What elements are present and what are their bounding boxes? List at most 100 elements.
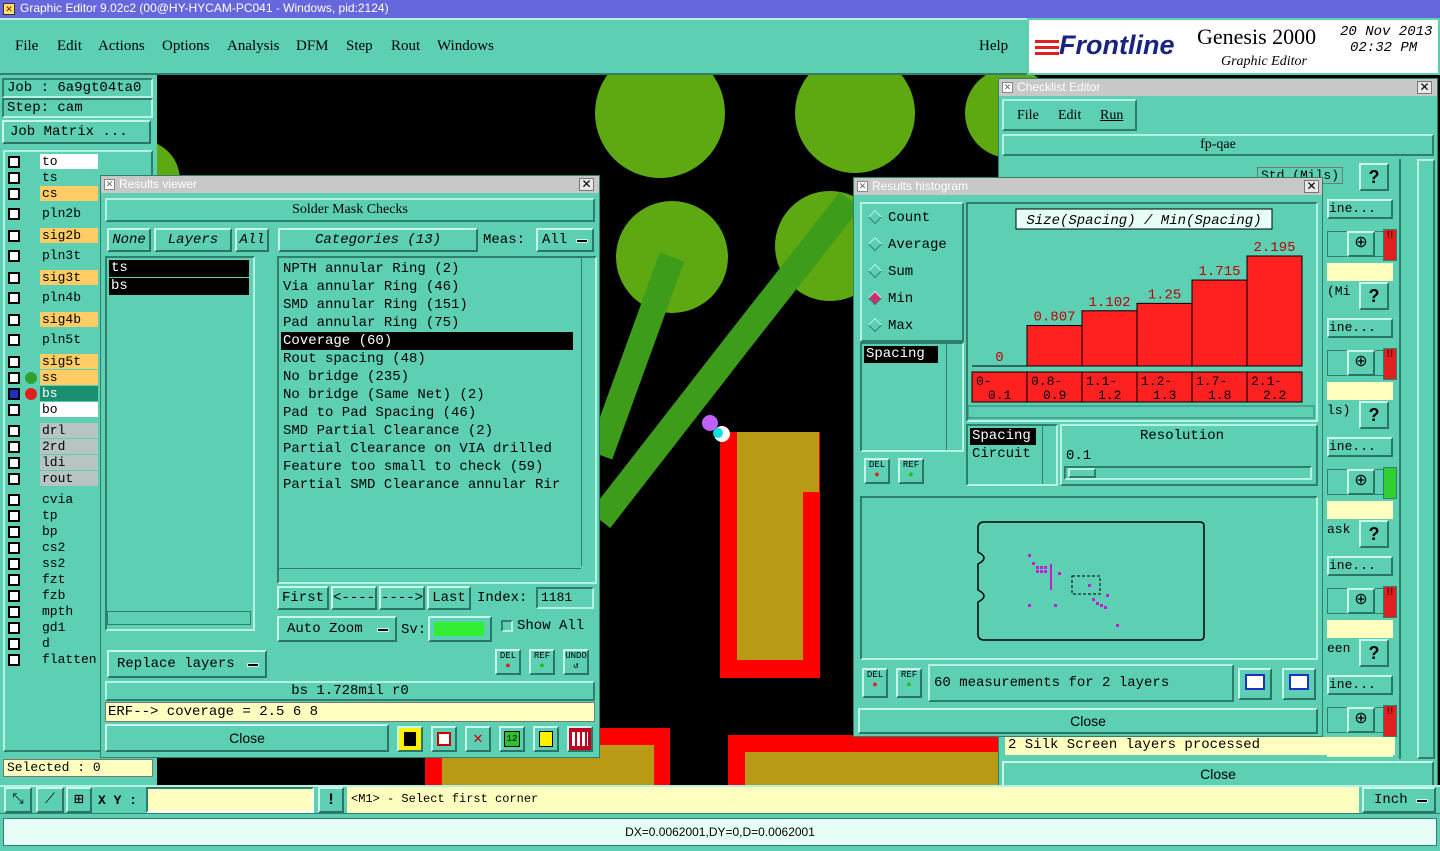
checklist-menu-run[interactable]: Run <box>1100 108 1123 124</box>
histogram-icon[interactable] <box>567 726 593 752</box>
layer-checkbox[interactable] <box>8 172 20 184</box>
check-row-line-button[interactable]: ine... <box>1327 556 1393 576</box>
layer-checkbox[interactable] <box>8 574 20 586</box>
report-icon[interactable] <box>533 726 559 752</box>
del-icon[interactable]: DEL ● <box>495 649 521 675</box>
layers-button[interactable]: Layers <box>154 228 232 252</box>
layer-checkbox[interactable] <box>8 356 20 368</box>
layer-row-pln2b[interactable]: pln2b <box>6 206 98 222</box>
layer-row-sig5t[interactable]: sig5t <box>6 354 98 370</box>
close-icon[interactable]: ✕ <box>1304 180 1319 193</box>
option-average[interactable]: Average <box>867 237 947 253</box>
auto-zoom-dropdown[interactable]: Auto Zoom <box>277 616 397 642</box>
layer-row-bs[interactable]: bs <box>6 386 98 402</box>
layer-row-pln4b[interactable]: pln4b <box>6 290 98 306</box>
group-spacing[interactable]: Spacing <box>970 428 1036 445</box>
layer-row-cs[interactable]: cs <box>6 186 98 202</box>
layer-row-2rd[interactable]: 2rd <box>6 439 98 455</box>
menu-windows[interactable]: Windows <box>437 38 494 55</box>
layer-checkbox[interactable] <box>8 441 20 453</box>
close-icon[interactable]: ✕ <box>1417 81 1432 94</box>
category-item[interactable]: Via annular Ring (46) <box>281 278 573 296</box>
magnify-icon[interactable]: ⊕ <box>1347 350 1375 376</box>
category-item[interactable]: Coverage (60) <box>281 332 573 350</box>
option-max[interactable]: Max <box>867 318 913 334</box>
layer-checkbox[interactable] <box>8 526 20 538</box>
results-close-button[interactable]: Close <box>105 724 389 752</box>
layer-checkbox[interactable] <box>8 638 20 650</box>
layer-row-sig4b[interactable]: sig4b <box>6 312 98 328</box>
layer-row-gd1[interactable]: gd1 <box>6 620 98 636</box>
menu-edit[interactable]: Edit <box>57 38 82 55</box>
counter-icon[interactable]: 12 <box>499 726 525 752</box>
layer-checkbox[interactable] <box>8 208 20 220</box>
option-min[interactable]: Min <box>867 291 913 307</box>
measure-list-scroll[interactable] <box>946 344 960 450</box>
zoom-from-icon[interactable] <box>1282 668 1316 700</box>
first-button[interactable]: First <box>277 586 329 610</box>
checklist-scroll[interactable] <box>1417 159 1435 759</box>
help-icon[interactable]: ? <box>1359 163 1389 191</box>
layer-checkbox[interactable] <box>8 188 20 200</box>
category-item[interactable]: Rout spacing (48) <box>281 350 573 368</box>
index-input[interactable]: 1181 <box>536 587 594 609</box>
category-item[interactable]: No bridge (235) <box>281 368 573 386</box>
ref-off-icon[interactable]: ✕ <box>465 726 491 752</box>
layer-list-scrollbar[interactable] <box>107 611 251 625</box>
histogram-bar[interactable] <box>1136 302 1193 367</box>
category-item[interactable]: No bridge (Same Net) (2) <box>281 386 573 404</box>
units-dropdown[interactable]: Inch <box>1362 787 1436 813</box>
ref-icon[interactable]: REF ● <box>529 649 555 675</box>
xy-input[interactable] <box>146 787 314 813</box>
layer-checkbox[interactable] <box>8 230 20 242</box>
flag-icon[interactable] <box>397 726 423 752</box>
layer-checkbox[interactable] <box>8 558 20 570</box>
layer-checkbox[interactable] <box>8 654 20 666</box>
checklist-close-button[interactable]: Close <box>1002 761 1434 787</box>
layer-checkbox[interactable] <box>8 156 20 168</box>
layer-row-sig2b[interactable]: sig2b <box>6 228 98 244</box>
replace-layers-dropdown[interactable]: Replace layers <box>107 650 267 678</box>
group-list-scroll[interactable] <box>1042 426 1056 484</box>
layer-row-flatten[interactable]: flatten <box>6 652 98 668</box>
option-count[interactable]: Count <box>867 210 930 226</box>
layer-row-fzt[interactable]: fzt <box>6 572 98 588</box>
checklist-menu-edit[interactable]: Edit <box>1058 108 1081 124</box>
grid-icon[interactable]: ⊞ <box>66 787 92 813</box>
layer-result-ts[interactable]: ts <box>109 260 249 277</box>
sv-color-dropdown[interactable] <box>428 616 492 642</box>
layer-row-drl[interactable]: drl <box>6 423 98 439</box>
layer-checkbox[interactable] <box>8 510 20 522</box>
close-icon[interactable]: ✕ <box>579 178 594 191</box>
menu-actions[interactable]: Actions <box>98 38 145 55</box>
measure-icon[interactable]: ⟋ <box>36 787 64 813</box>
category-item[interactable]: SMD Partial Clearance (2) <box>281 422 573 440</box>
histogram-close-button[interactable]: Close <box>858 708 1318 734</box>
layer-checkbox[interactable] <box>8 590 20 602</box>
menu-rout[interactable]: Rout <box>391 38 420 55</box>
menu-step[interactable]: Step <box>346 38 373 55</box>
help-icon[interactable]: ? <box>1359 282 1389 310</box>
categories-button[interactable]: Categories (13) <box>278 228 478 252</box>
all-button[interactable]: All <box>235 228 269 252</box>
layer-row-pln3t[interactable]: pln3t <box>6 248 98 264</box>
layer-row-sig3t[interactable]: sig3t <box>6 270 98 286</box>
show-all-checkbox[interactable] <box>501 620 513 632</box>
hist-del-icon[interactable]: DEL ● <box>864 458 890 484</box>
layer-result-bs[interactable]: bs <box>109 278 249 295</box>
category-vscroll[interactable] <box>581 258 595 566</box>
layer-row-rout[interactable]: rout <box>6 471 98 487</box>
histogram-bar[interactable] <box>1191 279 1248 367</box>
layer-checkbox[interactable] <box>8 388 20 400</box>
layer-row-fzb[interactable]: fzb <box>6 588 98 604</box>
magnify-icon[interactable]: ⊕ <box>1347 588 1375 614</box>
layer-checkbox[interactable] <box>8 606 20 618</box>
help-icon[interactable]: ? <box>1359 520 1389 548</box>
none-button[interactable]: None <box>107 228 151 252</box>
check-row-line-button[interactable]: ine... <box>1327 318 1393 338</box>
zoom-in-icon[interactable]: ⤡ <box>4 787 32 813</box>
export-icon[interactable] <box>431 726 457 752</box>
check-row-line-button[interactable]: ine... <box>1327 675 1393 695</box>
group-circuit[interactable]: Circuit <box>970 446 1036 463</box>
last-button[interactable]: Last <box>427 586 471 610</box>
